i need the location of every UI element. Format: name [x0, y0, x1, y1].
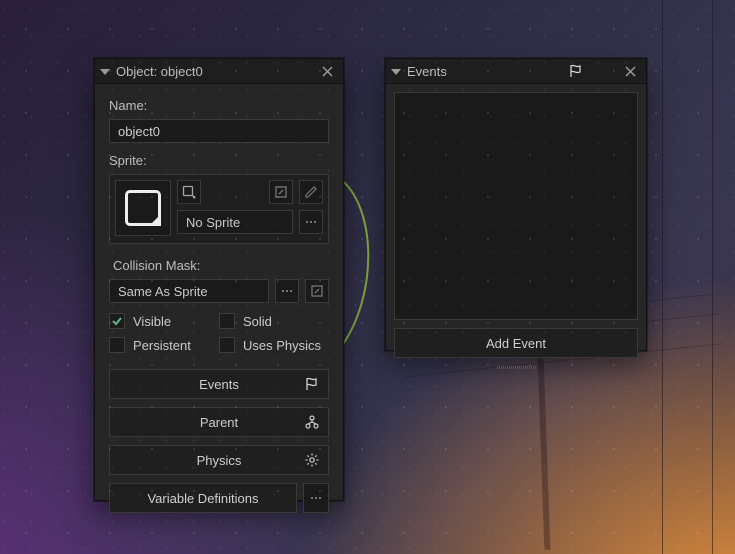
sprite-more-button[interactable]: [299, 210, 323, 234]
solid-checkbox-label: Solid: [243, 314, 272, 329]
events-panel-titlebar[interactable]: Events: [386, 59, 646, 84]
checkbox-icon: [109, 313, 125, 329]
events-button-label: Events: [199, 377, 239, 392]
visible-checkbox[interactable]: Visible: [109, 313, 219, 329]
sprite-label: Sprite:: [109, 153, 329, 168]
sprite-tool-button[interactable]: [269, 180, 293, 204]
parent-button-label: Parent: [200, 415, 238, 430]
events-panel: Events Add Event: [385, 58, 647, 351]
sprite-select-value: No Sprite: [186, 215, 240, 230]
object-panel-title: Object: object0: [116, 64, 317, 79]
collapse-icon[interactable]: [391, 69, 401, 75]
object-panel-titlebar[interactable]: Object: object0: [95, 59, 343, 84]
uses-physics-checkbox[interactable]: Uses Physics: [219, 337, 329, 353]
edit-collision-button[interactable]: [305, 279, 329, 303]
close-icon[interactable]: [317, 61, 337, 81]
physics-button-label: Physics: [197, 453, 242, 468]
sprite-preview[interactable]: [115, 180, 171, 236]
physics-button[interactable]: Physics: [109, 445, 329, 475]
parent-icon: [302, 412, 322, 432]
flag-icon: [302, 374, 322, 394]
checkbox-icon: [219, 337, 235, 353]
uses-physics-checkbox-label: Uses Physics: [243, 338, 321, 353]
add-event-button[interactable]: Add Event: [394, 328, 638, 358]
resize-grip[interactable]: [476, 366, 556, 370]
object-name-input[interactable]: [109, 119, 329, 143]
variable-definitions-label: Variable Definitions: [147, 491, 258, 506]
object-editor-panel: Object: object0 Name: Sprite:: [94, 58, 344, 501]
events-button[interactable]: Events: [109, 369, 329, 399]
sprite-select[interactable]: No Sprite: [177, 210, 293, 234]
persistent-checkbox-label: Persistent: [133, 338, 191, 353]
collision-more-button[interactable]: [275, 279, 299, 303]
collision-mask-select[interactable]: Same As Sprite: [109, 279, 269, 303]
visible-checkbox-label: Visible: [133, 314, 171, 329]
name-label: Name:: [109, 98, 329, 113]
sprite-section: No Sprite: [109, 174, 329, 244]
collision-mask-label: Collision Mask:: [113, 258, 329, 273]
parent-button[interactable]: Parent: [109, 407, 329, 437]
checkbox-icon: [219, 313, 235, 329]
sprite-placeholder-icon: [125, 190, 161, 226]
events-list[interactable]: [394, 92, 638, 320]
flag-icon[interactable]: [566, 61, 586, 81]
variable-definitions-button[interactable]: Variable Definitions: [109, 483, 297, 513]
events-panel-title: Events: [407, 64, 566, 79]
variable-definitions-more-button[interactable]: [303, 483, 329, 513]
collision-mask-value: Same As Sprite: [118, 284, 208, 299]
edit-sprite-button[interactable]: [299, 180, 323, 204]
add-event-label: Add Event: [486, 336, 546, 351]
checkbox-icon: [109, 337, 125, 353]
collapse-icon[interactable]: [100, 69, 110, 75]
gear-icon: [302, 450, 322, 470]
new-sprite-button[interactable]: [177, 180, 201, 204]
solid-checkbox[interactable]: Solid: [219, 313, 329, 329]
persistent-checkbox[interactable]: Persistent: [109, 337, 219, 353]
close-icon[interactable]: [620, 61, 640, 81]
